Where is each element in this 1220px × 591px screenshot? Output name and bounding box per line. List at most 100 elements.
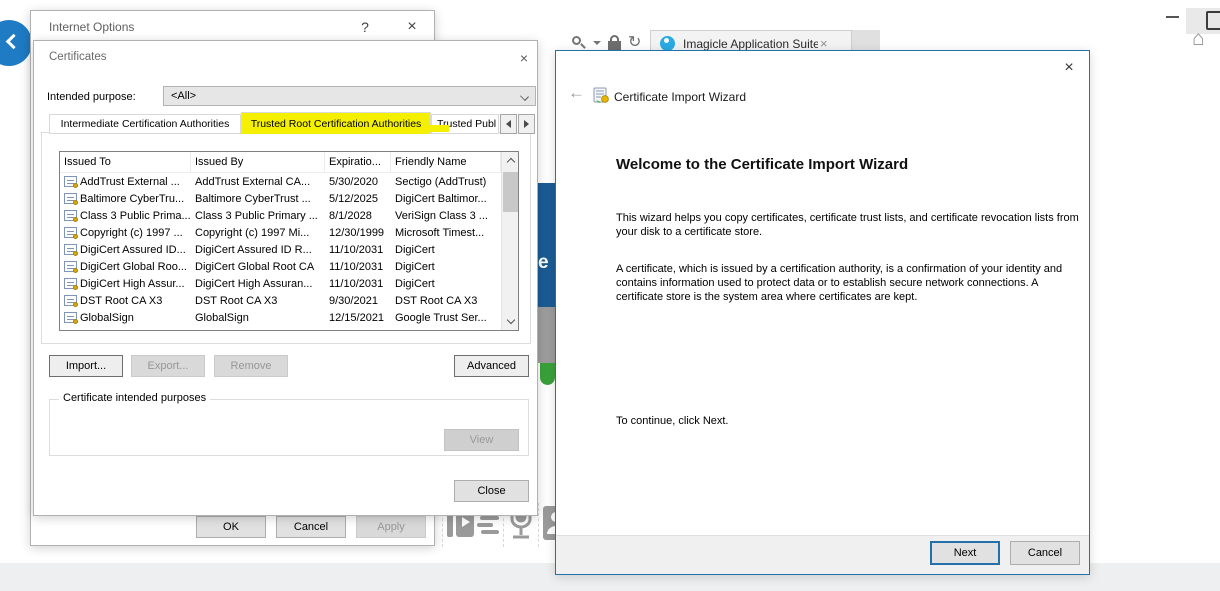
- table-cell: DST Root CA X3: [60, 295, 191, 307]
- table-cell: DigiCert High Assuran...: [191, 278, 325, 290]
- table-cell: GlobalSign: [60, 312, 191, 324]
- column-expiration[interactable]: Expiratio...: [325, 152, 391, 172]
- table-cell: DigiCert Global Roo...: [60, 261, 191, 273]
- table-cell: DST Root CA X3: [191, 295, 325, 307]
- intended-purpose-select[interactable]: <All>: [163, 86, 536, 106]
- scrollbar-thumb[interactable]: [503, 172, 518, 212]
- column-issued-by[interactable]: Issued By: [191, 152, 325, 172]
- close-button[interactable]: ×: [512, 49, 536, 67]
- chevron-down-icon: [506, 316, 514, 324]
- wizard-continue-text: To continue, click Next.: [616, 414, 1084, 428]
- table-cell: GlobalSign: [191, 312, 325, 324]
- close-dialog-button[interactable]: Close: [454, 480, 529, 502]
- imagicle-favicon-icon: [660, 36, 675, 51]
- advanced-button[interactable]: Advanced: [454, 355, 529, 377]
- partial-icon: [1206, 11, 1220, 30]
- arrow-right-icon: [524, 120, 529, 128]
- table-cell: 12/15/2021: [325, 312, 391, 324]
- table-row[interactable]: GlobalSignGlobalSign12/15/2021Google Tru…: [60, 309, 501, 326]
- certificates-dialog: Certificates × Intended purpose: <All> I…: [33, 40, 538, 516]
- table-cell: 11/10/2031: [325, 244, 391, 256]
- refresh-icon[interactable]: ↻: [628, 35, 641, 51]
- scroll-down-button[interactable]: [502, 313, 519, 330]
- certificate-icon: [64, 278, 77, 289]
- wizard-paragraph-2: A certificate, which is issued by a cert…: [616, 262, 1084, 304]
- tab-close-icon[interactable]: ×: [820, 36, 828, 51]
- view-button: View: [444, 429, 519, 451]
- certificate-list: Issued To Issued By Expiratio... Friendl…: [59, 151, 519, 331]
- arrow-left-icon: [506, 120, 511, 128]
- table-cell: 9/30/2021: [325, 295, 391, 307]
- table-cell: 5/12/2025: [325, 193, 391, 205]
- ok-button[interactable]: OK: [196, 516, 266, 538]
- table-cell: Google Trust Ser...: [391, 312, 501, 324]
- certificate-icon: [64, 261, 77, 272]
- certificate-icon: [64, 210, 77, 221]
- wizard-cancel-button[interactable]: Cancel: [1010, 541, 1080, 565]
- table-row[interactable]: DigiCert High Assur...DigiCert High Assu…: [60, 275, 501, 292]
- table-cell: 11/10/2031: [325, 261, 391, 273]
- lock-icon: [608, 35, 621, 51]
- certificate-icon: [64, 227, 77, 238]
- certificate-table-header: Issued To Issued By Expiratio... Friendl…: [60, 152, 518, 173]
- tab-title: Imagicle Application Suite: [683, 37, 818, 51]
- wizard-paragraph-1: This wizard helps you copy certificates,…: [616, 211, 1084, 239]
- search-dropdown-icon[interactable]: [593, 41, 601, 45]
- table-row[interactable]: DigiCert Assured ID...DigiCert Assured I…: [60, 241, 501, 258]
- search-icon[interactable]: [570, 35, 586, 51]
- table-row[interactable]: DigiCert Global Roo...DigiCert Global Ro…: [60, 258, 501, 275]
- table-cell: Baltimore CyberTrust ...: [191, 193, 325, 205]
- next-button[interactable]: Next: [930, 541, 1000, 565]
- table-row[interactable]: Class 3 Public Prima...Class 3 Public Pr…: [60, 207, 501, 224]
- close-button[interactable]: ×: [1057, 57, 1081, 79]
- column-friendly-name[interactable]: Friendly Name: [391, 152, 501, 172]
- tab-scroll-right-button[interactable]: [518, 114, 535, 134]
- wizard-heading: Welcome to the Certificate Import Wizard: [616, 156, 908, 173]
- certificate-import-wizard-dialog: × ← Certificate Import Wizard Welcome to…: [555, 50, 1090, 575]
- import-button[interactable]: Import...: [49, 355, 123, 377]
- table-cell: DigiCert Assured ID R...: [191, 244, 325, 256]
- table-cell: DST Root CA X3: [391, 295, 501, 307]
- table-cell: 11/10/2031: [325, 278, 391, 290]
- table-row[interactable]: AddTrust External ...AddTrust External C…: [60, 173, 501, 190]
- background-page-banner: e: [538, 183, 555, 307]
- cancel-button[interactable]: Cancel: [276, 516, 346, 538]
- certificate-icon: [64, 295, 77, 306]
- certificate-icon: [64, 244, 77, 255]
- scrollbar[interactable]: [501, 152, 518, 330]
- home-icon[interactable]: ⌂: [1192, 28, 1205, 50]
- groupbox-label: Certificate intended purposes: [59, 392, 210, 404]
- table-cell: DigiCert: [391, 261, 501, 273]
- certificate-icon: [64, 176, 77, 187]
- table-cell: Copyright (c) 1997 ...: [60, 227, 191, 239]
- table-row[interactable]: Copyright (c) 1997 ...Copyright (c) 1997…: [60, 224, 501, 241]
- browser-back-button[interactable]: [0, 20, 32, 66]
- table-row[interactable]: DST Root CA X3DST Root CA X39/30/2021DST…: [60, 292, 501, 309]
- table-cell: DigiCert Global Root CA: [191, 261, 325, 273]
- tab-scroll-left-button[interactable]: [500, 114, 517, 134]
- table-cell: 12/30/1999: [325, 227, 391, 239]
- tab-trusted-root-authorities[interactable]: Trusted Root Certification Authorities: [241, 112, 431, 134]
- table-cell: DigiCert: [391, 278, 501, 290]
- table-cell: DigiCert Assured ID...: [60, 244, 191, 256]
- table-row[interactable]: Baltimore CyberTru...Baltimore CyberTrus…: [60, 190, 501, 207]
- intended-purpose-label: Intended purpose:: [47, 91, 136, 103]
- close-button[interactable]: ×: [399, 16, 425, 38]
- background-page-accent: [540, 363, 555, 385]
- background-page-block: [538, 307, 555, 363]
- table-cell: VeriSign Class 3 ...: [391, 210, 501, 222]
- minimize-icon: [1166, 16, 1179, 18]
- certificate-icon: [64, 193, 77, 204]
- table-cell: Baltimore CyberTru...: [60, 193, 191, 205]
- chevron-up-icon: [506, 158, 514, 166]
- certificate-wizard-icon: [593, 87, 610, 109]
- scroll-up-button[interactable]: [502, 152, 519, 169]
- table-cell: AddTrust External ...: [60, 176, 191, 188]
- tab-intermediate-authorities[interactable]: Intermediate Certification Authorities: [49, 114, 241, 134]
- table-cell: Class 3 Public Primary ...: [191, 210, 325, 222]
- dialog-title: Internet Options: [49, 20, 134, 34]
- table-cell: 8/1/2028: [325, 210, 391, 222]
- minimize-button[interactable]: [1158, 6, 1186, 28]
- column-issued-to[interactable]: Issued To: [60, 152, 191, 172]
- help-button[interactable]: ?: [353, 17, 377, 37]
